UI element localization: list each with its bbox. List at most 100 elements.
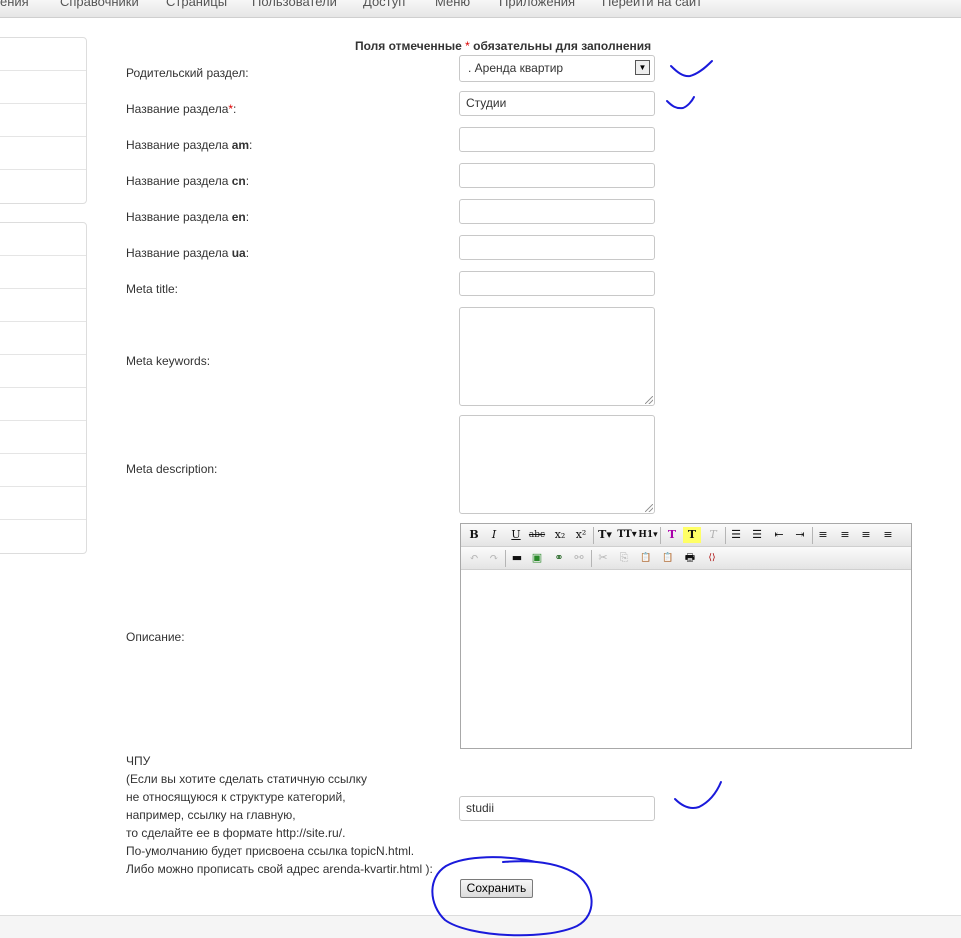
- nav-item-partial[interactable]: ения: [0, 0, 29, 9]
- section-name-cn-label: Название раздела cn:: [126, 174, 249, 188]
- resize-handle-icon[interactable]: [645, 396, 653, 404]
- redo-icon[interactable]: ↷: [485, 550, 503, 566]
- sidebar-item[interactable]: [0, 170, 86, 203]
- sidebar-item[interactable]: [0, 223, 86, 256]
- underline-icon[interactable]: U: [507, 527, 525, 543]
- nav-item-menu[interactable]: Меню: [435, 0, 470, 9]
- description-label: Описание:: [126, 630, 185, 644]
- sidebar-item[interactable]: [0, 388, 86, 421]
- align-left-icon[interactable]: ≡: [814, 527, 832, 543]
- paste-from-word-icon[interactable]: 📋: [659, 550, 677, 566]
- section-name-en-input[interactable]: [459, 199, 655, 224]
- sidebar-item[interactable]: [0, 520, 86, 553]
- undo-icon[interactable]: ↶: [465, 550, 483, 566]
- sidebar-item[interactable]: [0, 355, 86, 388]
- sidebar-item[interactable]: [0, 256, 86, 289]
- editor-toolbar-row-2: ↶ ↷ ▬ ▣ ⚭ ⚯ ✂ ⎘ 📋 📋 🖶 ⟨⟩: [461, 547, 911, 570]
- meta-keywords-textarea[interactable]: [459, 307, 655, 406]
- font-size-icon[interactable]: TT▾: [617, 527, 637, 543]
- parent-section-value: . Аренда квартир: [468, 61, 564, 75]
- paste-icon[interactable]: 📋: [637, 550, 655, 566]
- footer: [0, 916, 961, 938]
- section-name-input[interactable]: Студии: [459, 91, 655, 116]
- align-center-icon[interactable]: ≡: [836, 527, 854, 543]
- strikethrough-icon[interactable]: abc: [528, 527, 546, 543]
- source-code-icon[interactable]: ⟨⟩: [703, 550, 721, 566]
- text-color-icon[interactable]: T: [663, 527, 681, 543]
- superscript-icon[interactable]: x²: [572, 527, 590, 543]
- label-prefix: Название раздела: [126, 246, 232, 260]
- label-colon: :: [245, 210, 250, 224]
- nav-item-directories[interactable]: Справочники: [60, 0, 139, 9]
- nav-item-go-to-site[interactable]: Перейти на сайт: [602, 0, 702, 9]
- sidebar-panel-bottom: [0, 222, 87, 554]
- align-justify-icon[interactable]: ≡: [879, 527, 897, 543]
- meta-description-textarea[interactable]: [459, 415, 655, 514]
- sidebar-panel-top: [0, 37, 87, 204]
- bullet-list-icon[interactable]: ☰: [727, 527, 745, 543]
- chpu-help-line: (Если вы хотите сделать статичную ссылку: [126, 772, 368, 786]
- dropdown-arrow-icon[interactable]: ▼: [635, 60, 650, 75]
- section-name-en-label: Название раздела en:: [126, 210, 249, 224]
- label-prefix: Название раздела: [126, 210, 232, 224]
- meta-title-input[interactable]: [459, 271, 655, 296]
- toolbar-separator: [660, 527, 661, 544]
- toolbar-separator: [505, 550, 506, 567]
- save-button[interactable]: Сохранить: [460, 879, 533, 898]
- parent-section-select[interactable]: . Аренда квартир ▼: [459, 55, 655, 82]
- toolbar-separator: [591, 550, 592, 567]
- label-colon: :: [233, 102, 237, 116]
- sidebar-item[interactable]: [0, 487, 86, 520]
- chpu-help-line: не относящуюся к структуре категорий,: [126, 790, 346, 804]
- toolbar-separator: [725, 527, 726, 544]
- editor-toolbar-row-1: B I U abc x₂ x² T▾ TT▾ H1▾ T T T ☰ ☰ ⇤ ⇥…: [461, 524, 911, 547]
- editor-content-area[interactable]: [461, 570, 911, 748]
- label-colon: :: [249, 138, 253, 152]
- sidebar-item[interactable]: [0, 104, 86, 137]
- resize-handle-icon[interactable]: [645, 504, 653, 512]
- font-family-icon[interactable]: T▾: [595, 527, 615, 543]
- clear-format-icon[interactable]: T: [704, 527, 722, 543]
- subscript-icon[interactable]: x₂: [551, 527, 569, 543]
- sidebar-item[interactable]: [0, 421, 86, 454]
- sidebar-item[interactable]: [0, 71, 86, 104]
- sidebar-item[interactable]: [0, 322, 86, 355]
- italic-icon[interactable]: I: [485, 527, 503, 543]
- outdent-icon[interactable]: ⇤: [770, 527, 788, 543]
- section-name-label: Название раздела*:: [126, 102, 236, 116]
- section-name-label-text: Название раздела: [126, 102, 229, 116]
- sidebar-item[interactable]: [0, 38, 86, 71]
- nav-item-pages[interactable]: Страницы: [166, 0, 227, 9]
- lang-code: ua: [231, 246, 246, 260]
- annotation-checkmark-name: [666, 96, 695, 110]
- label-colon: :: [245, 174, 250, 188]
- label-colon: :: [245, 246, 250, 260]
- chpu-input[interactable]: studii: [459, 796, 655, 821]
- annotation-checkmark-parent: [670, 60, 713, 78]
- sidebar-item[interactable]: [0, 289, 86, 322]
- insert-image-icon[interactable]: ▣: [528, 550, 546, 566]
- nav-item-apps[interactable]: Приложения: [499, 0, 575, 9]
- indent-icon[interactable]: ⇥: [791, 527, 809, 543]
- section-name-am-input[interactable]: [459, 127, 655, 152]
- print-icon[interactable]: 🖶: [681, 550, 699, 566]
- heading-format-icon[interactable]: H1▾: [637, 527, 659, 543]
- copy-icon[interactable]: ⎘: [615, 550, 633, 566]
- cut-icon[interactable]: ✂: [594, 550, 612, 566]
- bold-icon[interactable]: B: [465, 527, 483, 543]
- nav-item-users[interactable]: Пользователи: [252, 0, 337, 9]
- highlight-color-icon[interactable]: T: [683, 527, 701, 543]
- horizontal-rule-icon[interactable]: ▬: [508, 550, 526, 566]
- section-name-am-label: Название раздела am:: [126, 138, 252, 152]
- toolbar-separator: [593, 527, 594, 544]
- numbered-list-icon[interactable]: ☰: [748, 527, 766, 543]
- unlink-icon[interactable]: ⚯: [570, 550, 588, 566]
- chpu-help-line: то сделайте ее в формате http://site.ru/…: [126, 826, 346, 840]
- sidebar-item[interactable]: [0, 137, 86, 170]
- nav-item-access[interactable]: Доступ: [363, 0, 405, 9]
- section-name-ua-input[interactable]: [459, 235, 655, 260]
- insert-link-icon[interactable]: ⚭: [550, 550, 568, 566]
- align-right-icon[interactable]: ≡: [857, 527, 875, 543]
- sidebar-item[interactable]: [0, 454, 86, 487]
- section-name-cn-input[interactable]: [459, 163, 655, 188]
